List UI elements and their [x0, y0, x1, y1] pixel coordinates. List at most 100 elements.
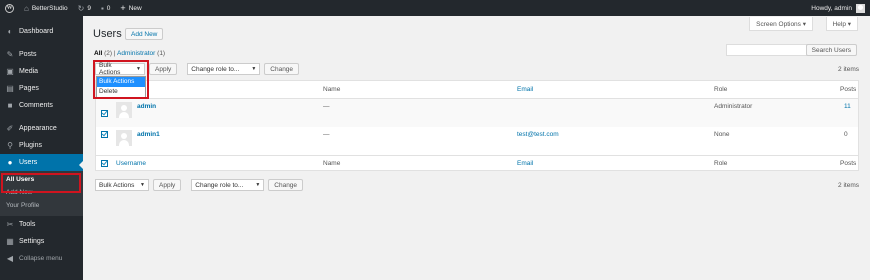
- filter-administrator-count: (1): [157, 50, 166, 57]
- collapse-icon: ◀: [6, 254, 14, 263]
- column-role-footer: Role: [714, 160, 728, 167]
- howdy-text: Howdy, admin: [811, 4, 852, 12]
- add-new-user-button[interactable]: Add New: [125, 28, 164, 40]
- submenu-your-profile[interactable]: Your Profile: [0, 199, 83, 212]
- admin-sidebar: ◐ Dashboard ✎ Posts ▣ Media ▤ Pages ■ Co…: [0, 16, 83, 280]
- table-row: admin — Administrator 11: [96, 99, 858, 127]
- table-row: admin1 — test@test.com None 0: [96, 127, 858, 155]
- sidebar-item-tools[interactable]: ✂ Tools: [0, 216, 83, 233]
- collapse-menu-label: Collapse menu: [19, 255, 63, 262]
- sidebar-item-appearance[interactable]: ✐ Appearance: [0, 120, 83, 137]
- comments-link[interactable]: ▪ 0: [96, 0, 115, 16]
- column-posts[interactable]: Posts: [840, 86, 856, 93]
- plus-icon: +: [120, 3, 126, 13]
- wrench-icon: ✂: [6, 220, 14, 229]
- filter-all-label: All: [94, 50, 103, 57]
- settings-icon: ▦: [6, 237, 14, 246]
- items-count-top: 2 items: [838, 66, 859, 73]
- filter-separator: |: [113, 50, 116, 57]
- user-name: —: [323, 131, 330, 138]
- username-link[interactable]: admin1: [137, 131, 160, 138]
- sidebar-item-pages[interactable]: ▤ Pages: [0, 80, 83, 97]
- media-icon: ▣: [6, 67, 14, 76]
- search-users-button[interactable]: Search Users: [805, 44, 857, 56]
- admin-bar: W ⌂ BetterStudio ↻ 9 ▪ 0 + New Howdy, ad…: [0, 0, 870, 16]
- pages-icon: ▤: [6, 84, 14, 93]
- sidebar-item-label: Plugins: [19, 142, 42, 149]
- wordpress-logo-icon: W: [5, 3, 14, 13]
- filter-administrator-label: Administrator: [117, 50, 156, 57]
- change-role-select-bottom[interactable]: Change role to... ▼: [191, 179, 265, 191]
- sidebar-item-label: Pages: [19, 85, 39, 92]
- sidebar-item-posts[interactable]: ✎ Posts: [0, 46, 83, 63]
- users-table: Name Email Role Posts admin — Administra…: [95, 80, 859, 171]
- role-filters: All (2) | Administrator (1): [94, 50, 165, 57]
- users-icon: ●: [7, 158, 13, 167]
- site-name: BetterStudio: [31, 4, 68, 12]
- user-posts-link[interactable]: 11: [844, 103, 851, 110]
- sidebar-item-users[interactable]: ● Users: [0, 154, 83, 171]
- column-posts-footer[interactable]: Posts: [840, 160, 856, 167]
- apply-button-top[interactable]: Apply: [149, 63, 178, 75]
- help-button[interactable]: Help ▾: [825, 17, 858, 31]
- new-content-link[interactable]: + New: [115, 0, 146, 16]
- user-email[interactable]: test@test.com: [517, 131, 559, 138]
- bulk-actions-select-bottom[interactable]: Bulk Actions ▼: [95, 179, 149, 191]
- chevron-down-icon: ▼: [251, 66, 257, 72]
- page-title: Users: [93, 28, 122, 40]
- avatar: [116, 130, 132, 146]
- change-role-value: Change role to...: [195, 181, 244, 189]
- dashboard-icon: ◐: [7, 27, 13, 36]
- column-username-footer[interactable]: Username: [116, 160, 146, 167]
- user-role: None: [714, 131, 730, 138]
- filter-all-count: (2): [104, 50, 113, 57]
- username-link[interactable]: admin: [137, 103, 156, 110]
- pin-icon: ✎: [6, 50, 14, 59]
- change-button-top[interactable]: Change: [264, 63, 300, 75]
- screen-options-button[interactable]: Screen Options ▾: [749, 17, 813, 31]
- sidebar-item-label: Tools: [19, 221, 36, 228]
- sidebar-item-label: Posts: [19, 51, 37, 58]
- filter-all[interactable]: All (2): [94, 50, 112, 57]
- select-all-checkbox-bottom[interactable]: [101, 160, 108, 167]
- search-input[interactable]: [726, 44, 812, 56]
- user-posts: 0: [844, 131, 848, 138]
- bulk-actions-value: Bulk Actions: [99, 181, 135, 189]
- column-name-footer[interactable]: Name: [323, 160, 340, 167]
- plugin-icon: ⚲: [7, 141, 13, 150]
- collapse-menu-button[interactable]: ◀ Collapse menu: [0, 250, 83, 267]
- my-account[interactable]: Howdy, admin: [806, 0, 870, 16]
- user-role: Administrator: [714, 103, 753, 110]
- account-avatar: [856, 3, 865, 13]
- sidebar-item-label: Appearance: [19, 125, 57, 132]
- sidebar-item-plugins[interactable]: ⚲ Plugins: [0, 137, 83, 154]
- change-role-select-top[interactable]: Change role to... ▼: [187, 63, 261, 75]
- row-checkbox[interactable]: [101, 131, 108, 138]
- column-email[interactable]: Email: [517, 86, 533, 93]
- sidebar-item-media[interactable]: ▣ Media: [0, 63, 83, 80]
- comments-count: 0: [106, 4, 111, 12]
- sidebar-item-label: Dashboard: [19, 28, 54, 35]
- row-checkbox[interactable]: [101, 109, 108, 117]
- home-icon: ⌂: [24, 3, 29, 13]
- sidebar-item-dashboard[interactable]: ◐ Dashboard: [0, 23, 83, 40]
- comments-icon: ■: [7, 101, 13, 110]
- table-header: Name Email Role Posts: [96, 81, 858, 99]
- change-role-value: Change role to...: [191, 65, 240, 73]
- change-button-bottom[interactable]: Change: [268, 179, 304, 191]
- wp-logo-menu[interactable]: W: [0, 0, 19, 16]
- brush-icon: ✐: [6, 124, 14, 133]
- column-name[interactable]: Name: [323, 86, 340, 93]
- updates-link[interactable]: ↻ 9: [73, 0, 96, 16]
- table-footer: Username Name Email Role Posts: [96, 155, 858, 171]
- apply-button-bottom[interactable]: Apply: [153, 179, 182, 191]
- column-email-footer[interactable]: Email: [517, 160, 533, 167]
- sidebar-item-comments[interactable]: ■ Comments: [0, 97, 83, 114]
- filter-administrator[interactable]: Administrator (1): [117, 50, 165, 57]
- sidebar-item-settings[interactable]: ▦ Settings: [0, 233, 83, 250]
- main-content: Screen Options ▾ Help ▾ Users Add New Al…: [83, 16, 870, 280]
- updates-icon: ↻: [77, 3, 85, 13]
- user-name: —: [323, 103, 330, 110]
- chevron-down-icon: ▼: [140, 182, 145, 188]
- site-name-link[interactable]: ⌂ BetterStudio: [19, 0, 73, 16]
